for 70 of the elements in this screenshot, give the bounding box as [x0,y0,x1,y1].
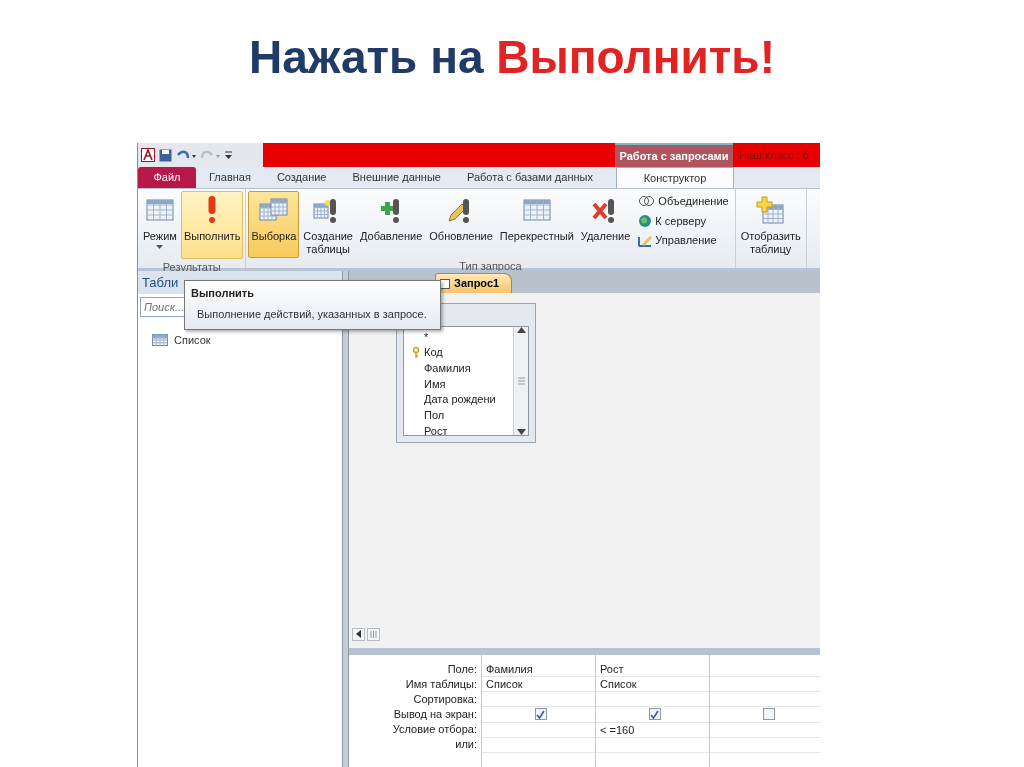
slide-title: Нажать на Выполнить! [248,30,776,85]
window-title: Наш класс : б [733,143,820,167]
key-icon [412,347,420,359]
checkbox[interactable] [648,708,661,720]
table-plus-icon [755,196,786,224]
checkbox[interactable] [762,708,775,720]
ribbon-button[interactable]: Выполнить [180,191,244,259]
ribbon-group-label: Тип запроса [458,259,523,274]
grid-cell[interactable]: Список [482,677,595,692]
row-label: Сортировка: [412,692,477,707]
ribbon-button[interactable]: Добавление [357,191,426,259]
row-label: Поле: [446,662,477,677]
field-list-item[interactable]: Пол [412,407,513,424]
check-icon [650,709,659,719]
check-icon [536,709,545,719]
ribbon-button[interactable]: Создание таблицы [300,191,356,259]
grid-cell[interactable]: < =160 [596,723,709,738]
table-icon [521,196,552,224]
ribbon-button[interactable]: Перекрестный [496,191,577,259]
checkbox[interactable] [534,708,547,720]
ribbon-button[interactable]: Удаление [577,191,634,259]
exclamation-icon [208,196,217,224]
scroll-up-icon [516,327,526,333]
ribbon-button[interactable]: Выборка [248,191,300,259]
scroll-thumb[interactable] [367,627,380,641]
grip-icon [370,630,377,638]
save-icon [159,148,172,162]
grid-cell[interactable]: Фамилия [482,662,595,677]
scroll-left-icon [356,630,361,638]
row-label: Имя таблицы: [404,677,477,692]
grid-cell[interactable]: Список [596,677,709,692]
ribbon-small-button[interactable]: Управление [638,232,729,249]
scroll-down-icon [516,429,526,435]
row-label: Вывод на экран: [392,707,477,722]
ribbon-tab[interactable]: Внешние данные [339,167,454,188]
scroll-left-button[interactable] [352,627,365,641]
vertical-scrollbar[interactable] [513,327,528,435]
query-icon [440,278,450,289]
ribbon-tab[interactable]: Работа с базами данных [453,167,606,188]
ribbon-tab[interactable]: Главная [196,167,264,188]
ruler-pencil-icon [638,233,653,248]
field-list-item[interactable]: Фамилия [412,360,513,377]
ribbon-group-label: Результаты [161,259,222,274]
ribbon-button[interactable]: Отобразить таблицу [737,191,804,259]
grid-cell[interactable]: Рост [596,662,709,677]
table-icon [144,196,175,224]
field-list-item[interactable]: Рост [412,423,513,435]
globe-icon [638,213,653,228]
ribbon-tab[interactable]: Создание [263,167,340,188]
ribbon-button[interactable]: Режим [140,191,180,259]
field-list-item[interactable]: Имя [412,376,513,392]
ribbon-small-button[interactable]: Объединение [638,193,729,210]
field-list-item[interactable]: Код [412,344,513,361]
row-label: или: [454,737,477,752]
ribbon-tab[interactable]: Конструктор [616,167,734,188]
app-logo-icon [141,148,155,162]
tooltip-text: Выполнение действий, указанных в запросе. [196,307,428,321]
scroll-thumb-icon [516,376,526,386]
file-tab[interactable]: Файл [138,167,196,188]
ribbon-small-button[interactable]: К серверу [638,212,729,229]
document-tab[interactable]: Запрос1 [435,273,513,293]
tables-icon [258,196,289,224]
rings-icon [638,194,656,209]
contextual-tab-group-label: Работа с запросами [615,143,733,167]
customize-icon [224,148,233,162]
table-icon [152,334,168,347]
row-label: Условие отбора: [391,722,477,737]
field-list-item[interactable]: * [412,329,513,345]
field-list-item[interactable]: Дата рождени [412,391,513,408]
ribbon-button[interactable]: Обновление [426,191,496,259]
